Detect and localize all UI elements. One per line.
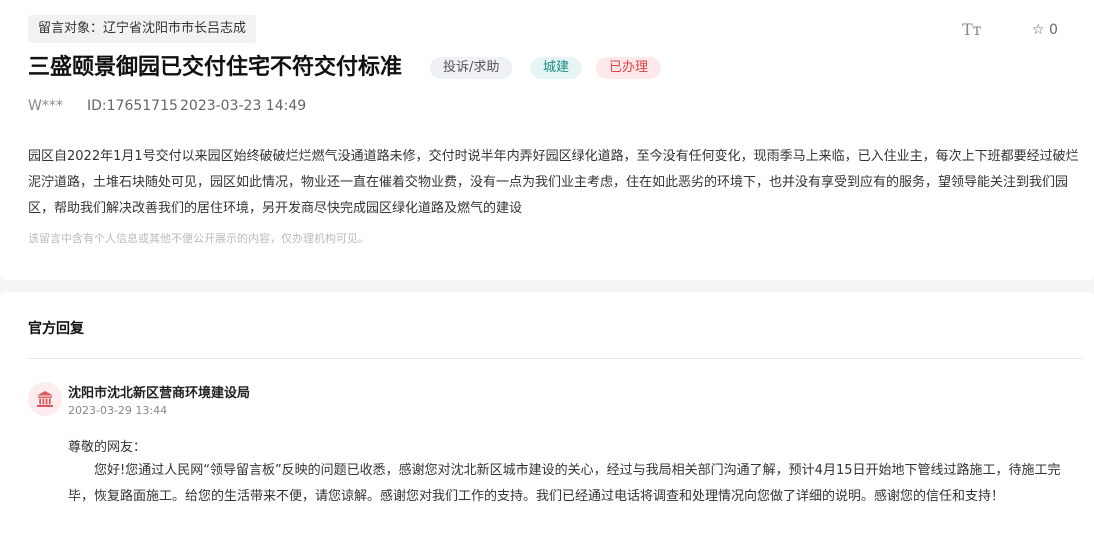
category-badge: 投诉/求助 [430, 57, 513, 79]
official-reply-card: 官方回复 沈阳市沈北新区营商环境建设局 2023-03-29 13:44 尊敬的… [0, 292, 1094, 550]
message-card: 留言对象：辽宁省沈阳市市长吕志成 Tт ☆ 0 三盛颐景御园已交付住宅不符交付标… [0, 0, 1094, 280]
privacy-notice: 该留言中含有个人信息或其他不便公开展示的内容，仅办理机构可见。 [28, 232, 369, 245]
message-id: ID:17651715 [87, 98, 178, 114]
status-badge: 已办理 [596, 57, 662, 79]
font-size-toggle-icon[interactable]: Tт [962, 20, 982, 39]
divider [28, 358, 1083, 359]
message-title: 三盛颐景御园已交付住宅不符交付标准 [28, 55, 403, 80]
reply-greeting: 尊敬的网友： [68, 440, 147, 455]
message-date: 2023-03-23 14:49 [180, 98, 307, 114]
government-building-icon [37, 391, 53, 407]
message-content: 园区自2022年1月1号交付以来园区始终破破烂烂燃气没通道路未修，交付时说半年内… [28, 149, 1079, 216]
reply-org-name[interactable]: 沈阳市沈北新区营商环境建设局 [68, 382, 250, 401]
favorite-star-icon[interactable]: ☆ 0 [1032, 22, 1058, 38]
message-target-tag[interactable]: 留言对象：辽宁省沈阳市市长吕志成 [28, 15, 257, 43]
reply-date: 2023-03-29 13:44 [68, 404, 168, 417]
reply-body: 您好!您通过人民网“领导留言板”反映的问题已收悉，感谢您对沈北新区城市建设的关心… [68, 463, 1061, 504]
reply-heading: 官方回复 [28, 321, 84, 337]
field-badge: 城建 [530, 57, 583, 79]
org-avatar [28, 382, 62, 416]
author-name: W*** [28, 98, 63, 114]
